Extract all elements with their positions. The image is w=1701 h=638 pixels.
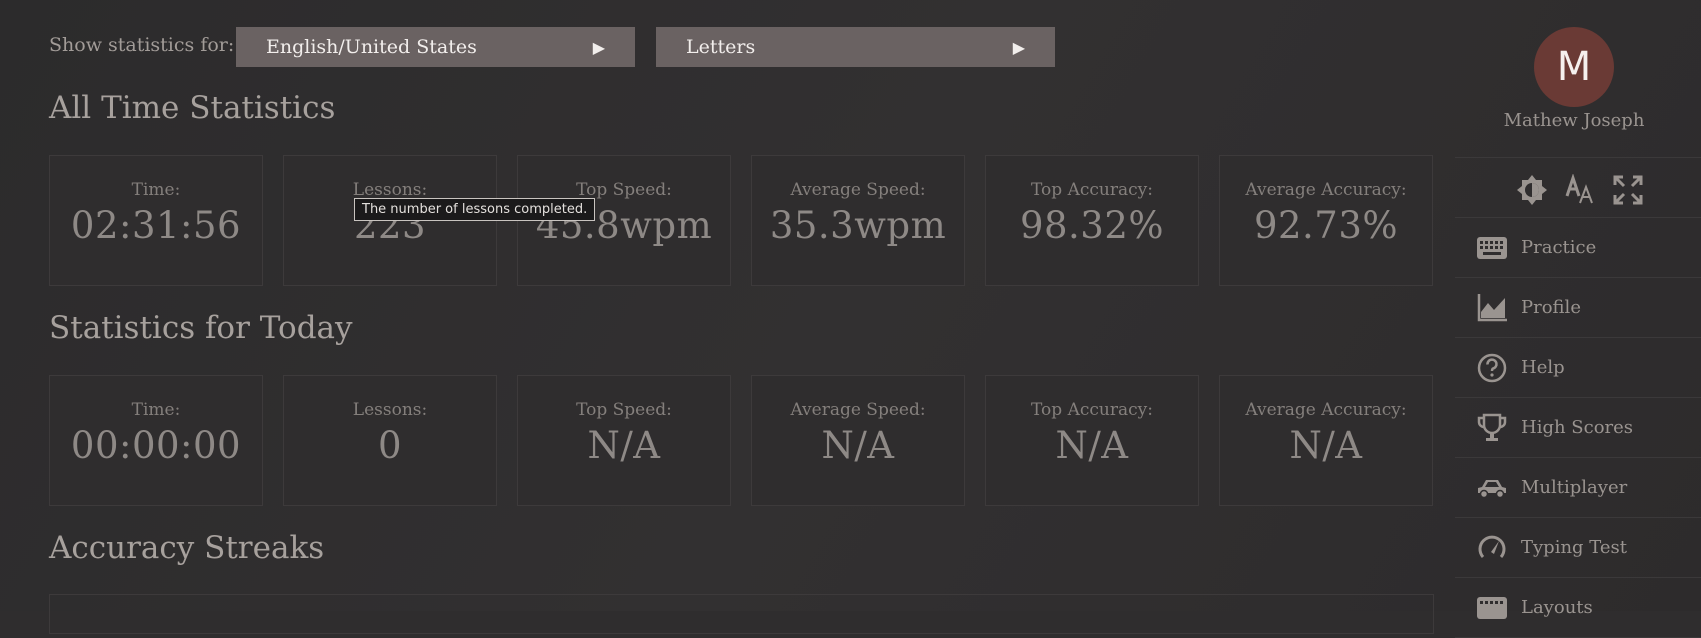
stat-label: Top Speed: [576, 400, 672, 420]
stat-card-time: Time: 02:31:56 [49, 155, 263, 286]
today-title: Statistics for Today [49, 310, 353, 346]
stat-label: Average Accuracy: [1245, 400, 1407, 420]
streaks-panel [49, 594, 1434, 634]
sidebar-item-multiplayer[interactable]: Multiplayer [1455, 458, 1701, 518]
stat-value: 0 [377, 424, 403, 467]
sidebar-nav: Practice Profile Help High Scores Multip… [1455, 218, 1701, 638]
sidebar-item-layouts[interactable]: Layouts [1455, 578, 1701, 638]
mode-select-value: Letters [686, 36, 756, 58]
sidebar-item-label: Layouts [1521, 597, 1593, 618]
stat-label: Time: [131, 180, 181, 200]
expand-icon [1613, 175, 1643, 205]
stat-value: 98.32% [1019, 204, 1165, 247]
stat-value: N/A [587, 424, 661, 467]
fullscreen-button[interactable] [1611, 173, 1645, 207]
play-arrow-icon: ▶ [592, 37, 605, 57]
sidebar-item-label: Help [1521, 357, 1565, 378]
stat-label: Average Speed: [790, 180, 926, 200]
sidebar-item-label: High Scores [1521, 417, 1634, 438]
stat-label: Lessons: [352, 400, 428, 420]
sidebar-item-label: Practice [1521, 237, 1597, 258]
keyboard-icon [1475, 231, 1509, 265]
stat-label: Time: [131, 400, 181, 420]
font-size-icon [1565, 174, 1593, 204]
brightness-icon [1517, 175, 1547, 205]
stat-label: Top Accuracy: [1031, 400, 1153, 420]
sidebar-item-practice[interactable]: Practice [1455, 218, 1701, 278]
stat-label: Average Accuracy: [1245, 180, 1407, 200]
stat-label: Top Speed: [576, 180, 672, 200]
streaks-title: Accuracy Streaks [49, 530, 325, 566]
lessons-tooltip: The number of lessons completed. [354, 198, 596, 221]
quick-tools [1515, 173, 1645, 207]
avatar[interactable]: M [1534, 27, 1614, 107]
stat-card-average-speed: Average Speed: 35.3wpm [751, 155, 965, 286]
sidebar-divider [1455, 157, 1701, 158]
sidebar-item-high-scores[interactable]: High Scores [1455, 398, 1701, 458]
keyboard-icon [1475, 591, 1509, 625]
sidebar-item-typing-test[interactable]: Typing Test [1455, 518, 1701, 578]
sidebar-item-label: Profile [1521, 297, 1581, 318]
font-size-button[interactable] [1563, 173, 1597, 207]
stat-label: Lessons: [352, 180, 428, 200]
today-cards: Time: 00:00:00 Lessons: 0 Top Speed: N/A… [49, 375, 1433, 506]
stat-card-top-accuracy: Top Accuracy: N/A [985, 375, 1199, 506]
stat-card-lessons: Lessons: 0 [283, 375, 497, 506]
mode-select[interactable]: Letters ▶ [656, 27, 1055, 67]
stat-card-average-accuracy: Average Accuracy: 92.73% [1219, 155, 1433, 286]
play-arrow-icon: ▶ [1012, 37, 1025, 57]
all-time-cards: Time: 02:31:56 Lessons: 223 Top Speed: 4… [49, 155, 1433, 286]
stat-card-average-speed: Average Speed: N/A [751, 375, 965, 506]
stat-value: 92.73% [1253, 204, 1399, 247]
user-name[interactable]: Mathew Joseph [1464, 110, 1684, 131]
stat-value: N/A [1289, 424, 1363, 467]
all-time-title: All Time Statistics [49, 90, 336, 126]
sidebar-item-label: Multiplayer [1521, 477, 1628, 498]
chart-icon [1475, 291, 1509, 325]
help-icon [1475, 351, 1509, 385]
stat-card-top-speed: Top Speed: N/A [517, 375, 731, 506]
sidebar-item-profile[interactable]: Profile [1455, 278, 1701, 338]
car-icon [1475, 471, 1509, 505]
language-select-value: English/United States [266, 36, 477, 58]
filter-label: Show statistics for: [49, 34, 235, 56]
speedometer-icon [1475, 531, 1509, 565]
theme-toggle-button[interactable] [1515, 173, 1549, 207]
stat-label: Average Speed: [790, 400, 926, 420]
stat-value: 35.3wpm [769, 204, 947, 247]
sidebar-item-label: Typing Test [1521, 537, 1628, 558]
stat-value: N/A [1055, 424, 1129, 467]
stat-card-time: Time: 00:00:00 [49, 375, 263, 506]
stat-value: N/A [821, 424, 895, 467]
stat-value: 00:00:00 [70, 424, 242, 467]
language-select[interactable]: English/United States ▶ [236, 27, 635, 67]
stat-card-top-accuracy: Top Accuracy: 98.32% [985, 155, 1199, 286]
sidebar-item-help[interactable]: Help [1455, 338, 1701, 398]
avatar-initial: M [1556, 44, 1592, 90]
trophy-icon [1475, 411, 1509, 445]
stat-card-average-accuracy: Average Accuracy: N/A [1219, 375, 1433, 506]
stat-label: Top Accuracy: [1031, 180, 1153, 200]
stat-value: 02:31:56 [70, 204, 242, 247]
